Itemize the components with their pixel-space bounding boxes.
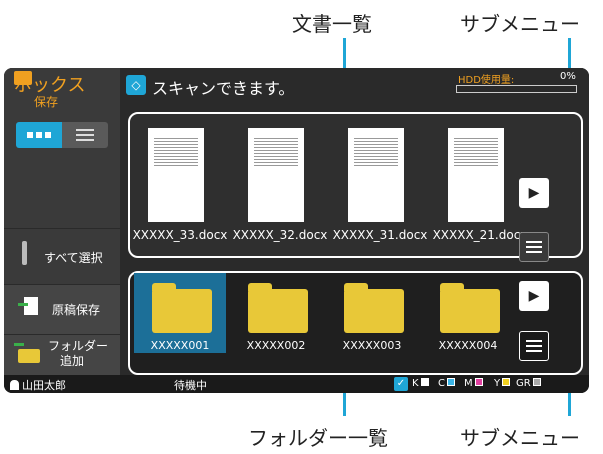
box-folder-icon <box>14 71 32 85</box>
document-name: XXXXX_31.docx <box>332 228 428 242</box>
user-icon <box>10 380 19 390</box>
folder-item[interactable]: XXXXX003 <box>326 273 418 353</box>
document-thumbnail <box>148 128 204 222</box>
folder-name: XXXXX002 <box>246 339 306 352</box>
document-thumbnail <box>248 128 304 222</box>
ink-m: M <box>464 378 483 389</box>
folder-item[interactable]: XXXXX001 <box>134 273 226 353</box>
add-folder-button[interactable]: フォルダー 追加 <box>4 334 120 375</box>
hdd-usage-value: 0% <box>560 71 576 82</box>
select-all-button[interactable]: すべて選択 <box>4 228 120 284</box>
document-submenu-button[interactable] <box>519 232 549 262</box>
save-document-icon <box>18 297 38 315</box>
hdd-usage-bar <box>456 85 577 93</box>
scan-ready-icon: ◇ <box>126 75 146 95</box>
document-thumbnail <box>448 128 504 222</box>
ink-y: Y <box>494 378 511 389</box>
folder-list: XXXXX001 XXXXX002 XXXXX003 XXXXX004 ▶ <box>128 271 583 375</box>
ink-status-icon: ✓ <box>394 377 408 391</box>
view-toggle <box>16 122 108 148</box>
main-area: ◇ スキャンできます。 HDD使用量: 0% XXXXX_33.docx XXX… <box>120 68 589 375</box>
callout-submenu-top: サブメニュー <box>460 12 580 36</box>
folder-name: XXXXX003 <box>342 339 402 352</box>
next-page-button[interactable]: ▶ <box>519 178 549 208</box>
ink-c: C <box>438 378 455 389</box>
folder-item[interactable]: XXXXX004 <box>422 273 514 353</box>
status-message: スキャンできます。 <box>152 79 295 98</box>
callout-submenu-bottom: サブメニュー <box>460 426 580 450</box>
device-screen: ボックス 保存 すべて選択 原稿保存 フォルダー 追加 ◇ スキャンできます。 … <box>4 68 589 393</box>
document-name: XXXXX_21.docx <box>432 228 528 242</box>
sidebar-subtitle: 保存 <box>34 95 59 109</box>
folder-name: XXXXX004 <box>438 339 498 352</box>
folder-submenu-button[interactable] <box>519 331 549 361</box>
folder-item[interactable]: XXXXX002 <box>230 273 322 353</box>
document-item[interactable]: XXXXX_32.docx <box>230 128 330 248</box>
document-name: XXXXX_33.docx <box>132 228 228 242</box>
folder-icon <box>152 283 212 333</box>
login-user[interactable]: 山田太郎 <box>10 377 66 393</box>
ink-k: K <box>412 378 429 389</box>
folder-icon <box>248 283 308 333</box>
machine-state: 待機中 <box>174 379 207 392</box>
folder-icon <box>440 283 500 333</box>
sidebar: ボックス 保存 すべて選択 原稿保存 フォルダー 追加 <box>4 68 120 375</box>
document-item[interactable]: XXXXX_21.docx <box>430 128 530 248</box>
document-thumbnail <box>348 128 404 222</box>
document-name: XXXXX_32.docx <box>232 228 328 242</box>
list-view-button[interactable] <box>62 122 108 148</box>
folder-icon <box>344 283 404 333</box>
next-page-button[interactable]: ▶ <box>519 281 549 311</box>
add-folder-icon <box>14 343 40 363</box>
document-list: XXXXX_33.docx XXXXX_32.docx XXXXX_31.doc… <box>128 112 583 262</box>
ink-gr: GR <box>516 378 541 389</box>
document-item[interactable]: XXXXX_31.docx <box>330 128 430 248</box>
save-original-button[interactable]: 原稿保存 <box>4 284 120 334</box>
thumbnail-view-button[interactable] <box>16 122 62 148</box>
folder-name: XXXXX001 <box>150 339 210 352</box>
document-item[interactable]: XXXXX_33.docx <box>130 128 230 248</box>
select-all-icon <box>22 241 27 265</box>
hdd-usage-label: HDD使用量: <box>458 75 515 86</box>
status-bar: 山田太郎 待機中 ✓ K C M Y GR <box>4 375 589 393</box>
callout-doc-list: 文書一覧 <box>292 12 372 36</box>
callout-folder-list: フォルダー一覧 <box>248 426 388 450</box>
